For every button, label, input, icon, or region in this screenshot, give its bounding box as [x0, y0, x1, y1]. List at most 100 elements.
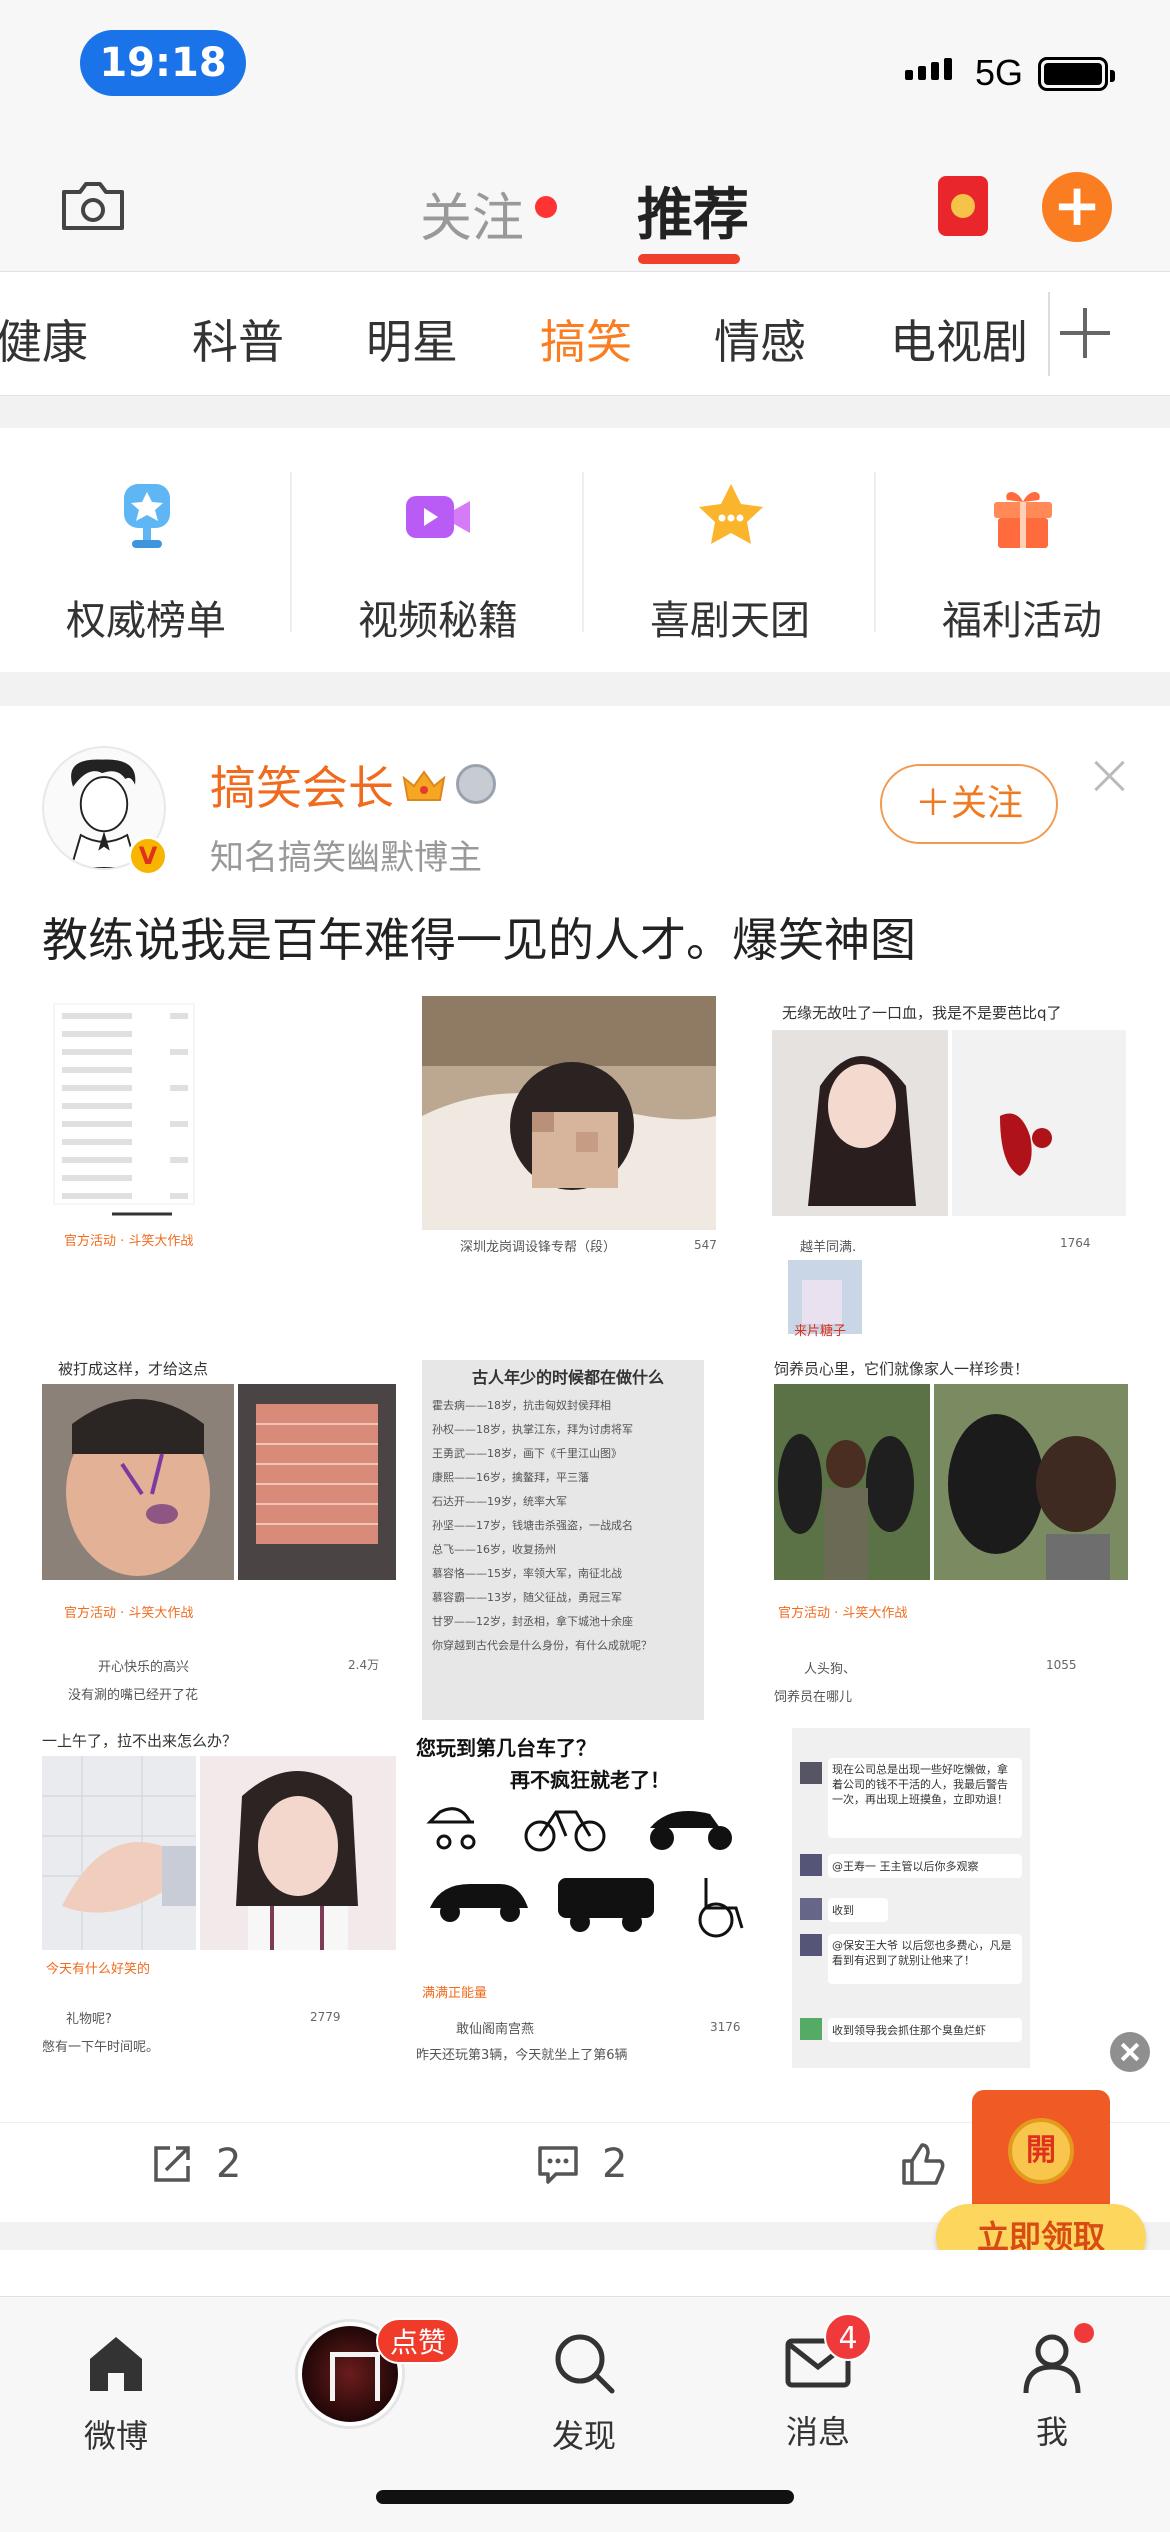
image-count: 547 [694, 1238, 716, 1252]
category-science[interactable]: 科普 [192, 306, 284, 372]
post-image-1[interactable]: 官方活动 · 斗笑大作战 [42, 996, 246, 1258]
post-image-7[interactable]: 一上午了，拉不出来怎么办？ 今天有什么好笑的 [42, 1728, 396, 1998]
image-caption: 来片糖子 [794, 1324, 847, 1339]
image-caption: 一上午了，拉不出来怎么办？ [42, 1732, 238, 1750]
quick-label: 权威榜单 [66, 598, 226, 644]
compose-button[interactable]: + [1042, 172, 1112, 242]
image-text-lines: 霍去病——18岁，抗击匈奴封侯拜相 孙权——18岁，执掌江东，拜为讨虏将军 王勇… [432, 1394, 702, 1658]
image-comment: 昨天还玩第3辆，今天就坐上了第6辆 [416, 2048, 628, 2063]
follow-button[interactable]: ＋关注 [880, 764, 1058, 844]
post-image-9[interactable]: 现在公司总是出现一些好吃懒做，拿着公司的钱不干活的人，我最后警告一次，再出现上班… [792, 1728, 1030, 2068]
signal-icon [905, 58, 952, 80]
quick-comedy[interactable]: 喜剧天团 [584, 428, 876, 672]
share-icon [154, 2146, 190, 2182]
comment-button[interactable]: 2 [536, 2141, 627, 2187]
image-user: 敢仙阁南宫燕 [456, 2022, 535, 2037]
photo-hand-and-girl [42, 1756, 396, 1950]
post-image-8[interactable]: 您玩到第几台车了？ 再不疯狂就老了！ 满满正能量 敢仙阁南宫燕 3176 昨天还… [410, 1728, 764, 2068]
red-packet-close-icon[interactable] [1110, 2032, 1150, 2072]
category-funny[interactable]: 搞笑 [540, 306, 632, 372]
text-line: 霍去病——18岁，抗击匈奴封侯拜相 [432, 1399, 611, 1412]
author-name[interactable]: 搞笑会长 [210, 752, 394, 818]
image-count: 1055 [1046, 1658, 1077, 1672]
status-time: 19:18 [80, 30, 246, 96]
red-packet-icon[interactable] [938, 176, 988, 236]
image-tag: 官方活动 · 斗笑大作战 [64, 1606, 194, 1621]
feed-card: V 搞笑会长 知名搞笑幽默博主 ＋关注 教练说我是百年难得一见的人才。爆笑神图 … [0, 706, 1170, 2222]
vehicle-drawings [426, 1807, 744, 1938]
category-health[interactable]: 健康 [0, 306, 88, 372]
text-line: 孙坚——17岁，钱塘击杀强盗，一战成名 [432, 1519, 633, 1532]
close-icon[interactable] [1092, 758, 1128, 794]
image-2-footer: 深圳龙岗调设锋专帮（段） 547 [422, 1230, 716, 1258]
image-count: 3176 [710, 2020, 741, 2034]
thumbs-up-icon [902, 2143, 945, 2185]
quick-video[interactable]: 视频秘籍 [292, 428, 584, 672]
image-count: 1764 [1060, 1236, 1091, 1250]
tab-messages[interactable]: 4 消息 [748, 2313, 888, 2453]
chat-avatar [800, 1762, 822, 1784]
category-tv[interactable]: 电视剧 [890, 306, 1028, 372]
crown-icon [402, 770, 446, 801]
category-emotion[interactable]: 情感 [714, 306, 806, 372]
camera-icon[interactable] [58, 178, 128, 234]
home-icon [90, 2337, 142, 2391]
text-line: 总飞——16岁，收复扬州 [432, 1543, 556, 1556]
tab-recommend[interactable]: 推荐 [637, 170, 749, 251]
text-line: 甘罗——12岁，封丞相，拿下城池十余座 [432, 1615, 633, 1628]
tab-label: 消息 [785, 2413, 850, 2451]
quick-welfare[interactable]: 福利活动 [876, 428, 1168, 672]
tab-discover[interactable]: 发现 [514, 2327, 654, 2457]
tab-me[interactable]: 我 [982, 2323, 1122, 2453]
post-image-3[interactable]: 无缘无故吐了一口血，我是不是要芭比q了 越羊同满. 1764 [770, 996, 1128, 1258]
image-subtitle: 再不疯狂就老了！ [510, 1768, 670, 1792]
image-caption: 饲养员心里，它们就像家人一样珍贵！ [774, 1360, 1030, 1378]
image-title: 您玩到第几台车了？ [416, 1736, 596, 1760]
like-button[interactable] [900, 2141, 948, 2187]
photo-gorillas-and-keepers [774, 1384, 1128, 1580]
category-stars[interactable]: 明星 [366, 306, 458, 372]
repost-button[interactable]: 2 [150, 2141, 241, 2187]
photo-sleeping-person [422, 996, 716, 1230]
comment-count: 2 [602, 2141, 628, 2187]
video-icon [406, 496, 470, 538]
tab-follow[interactable]: 关注 [420, 176, 524, 251]
category-bar: 健康 科普 明星 搞笑 情感 电视剧 [0, 272, 1170, 396]
red-packet-coin-icon[interactable]: 開 [1008, 2118, 1074, 2184]
text-line: 石达开——19岁，统率大军 [432, 1495, 567, 1508]
image-user: 礼物呢? [66, 2012, 112, 2027]
tab-label: 微博 [83, 2417, 148, 2455]
image-user: 开心快乐的高兴 [98, 1660, 190, 1675]
post-image-4[interactable]: 被打成这样，才给这点 官方活动 · 斗笑大作战 开心快乐的高兴 2.4万 没有涮… [42, 1356, 396, 1720]
quick-ranking[interactable]: 权威榜单 [0, 428, 292, 672]
text-line: 康熙——16岁，擒鳌拜，平三藩 [432, 1471, 589, 1484]
image-tag: 官方活动 · 斗笑大作战 [778, 1606, 908, 1621]
image-comment: 没有涮的嘴已经开了花 [68, 1688, 199, 1703]
image-user: 深圳龙岗调设锋专帮（段） [460, 1240, 617, 1255]
text-line: 王勇武——18岁，画下《千里江山图》 [432, 1447, 622, 1460]
post-image-6[interactable]: 饲养员心里，它们就像家人一样珍贵！ 官方活动 · 斗笑大作战 人头狗、 1055… [770, 1356, 1128, 1720]
post-image-5[interactable]: 古人年少的时候都在做什么 霍去病——18岁，抗击匈奴封侯拜相 孙权——18岁，执… [422, 1360, 704, 1720]
chat-bubble: @王寿一 王主管以后你多观察 [828, 1854, 1022, 1878]
quick-label: 福利活动 [942, 598, 1102, 644]
battery-icon [1038, 57, 1115, 91]
trophy-icon [124, 484, 170, 548]
chat-bubble: 收到领导我会抓住那个臭鱼烂虾 [828, 2018, 1022, 2042]
image-comment: 憋有一下午时间呢。 [42, 2040, 160, 2055]
post-image-2[interactable] [422, 996, 716, 1230]
image-7-footer: 礼物呢? 2779 憋有一下午时间呢。 [42, 1998, 396, 2068]
tab-label: 我 [1035, 2413, 1068, 2451]
image-tag: 满满正能量 [422, 1986, 488, 2001]
discover-icon [555, 2334, 615, 2394]
like-hint-badge: 点赞 [376, 2318, 461, 2364]
star-chat-icon [699, 484, 763, 544]
follow-unread-dot [535, 196, 557, 218]
verified-badge-icon: V [128, 836, 168, 876]
mail-icon-wrap: 4 [782, 2313, 872, 2399]
add-category-icon[interactable] [1052, 300, 1118, 366]
tab-home[interactable]: 微博 [46, 2327, 186, 2457]
chat-avatar [800, 1854, 822, 1876]
screenshot-list-icon [53, 1003, 195, 1216]
text-line: 慕容恪——15岁，率领大军，南征北战 [432, 1567, 622, 1580]
chat-avatar [800, 1934, 822, 1956]
